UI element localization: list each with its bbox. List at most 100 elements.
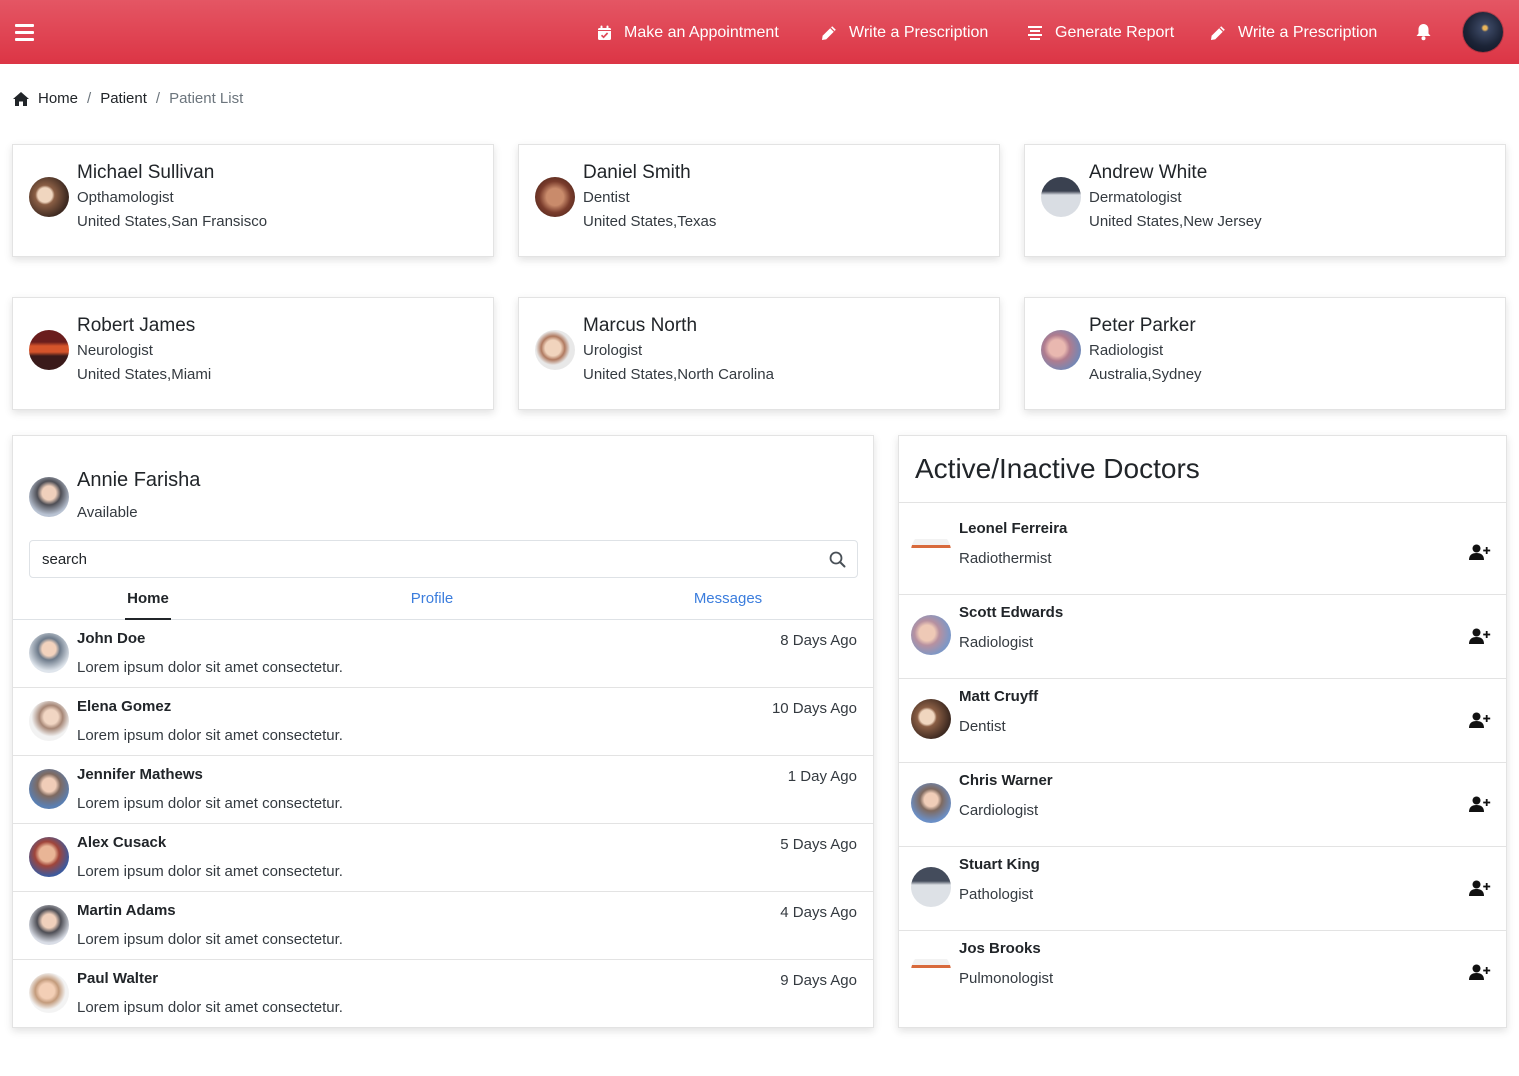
breadcrumb-patient[interactable]: Patient xyxy=(100,90,147,107)
message-row[interactable]: Jennifer Mathews Lorem ipsum dolor sit a… xyxy=(13,756,873,824)
align-center-icon xyxy=(1026,24,1044,42)
pencil-icon xyxy=(1209,24,1227,42)
doctor-specialty: Cardiologist xyxy=(959,802,1039,819)
divider xyxy=(899,502,1506,503)
chat-panel: Annie Farisha Available Home Profile Mes… xyxy=(12,435,874,1028)
doctor-avatar xyxy=(29,330,69,370)
doctor-specialty: Urologist xyxy=(583,342,643,359)
doctor-card[interactable]: Peter Parker Radiologist Australia,Sydne… xyxy=(1024,297,1506,410)
generate-report-link[interactable]: Generate Report xyxy=(1026,20,1174,46)
doctor-card[interactable]: Andrew White Dermatologist United States… xyxy=(1024,144,1506,257)
user-plus-icon[interactable] xyxy=(1469,628,1491,645)
home-icon xyxy=(12,91,30,107)
doctor-row: Jos Brooks Pulmonologist xyxy=(899,931,1506,1015)
tab-messages[interactable]: Messages xyxy=(683,580,773,620)
message-row[interactable]: Martin Adams Lorem ipsum dolor sit amet … xyxy=(13,892,873,960)
doctor-specialty: Pulmonologist xyxy=(959,970,1054,987)
doctor-list: Leonel Ferreira Radiothermist Scott Edwa… xyxy=(899,511,1506,1015)
panel-title: Active/Inactive Doctors xyxy=(915,453,1200,484)
message-time: 5 Days Ago xyxy=(780,836,857,853)
user-plus-icon[interactable] xyxy=(1469,544,1491,561)
write-prescription-link[interactable]: Write a Prescription xyxy=(820,20,988,46)
message-row[interactable]: Alex Cusack Lorem ipsum dolor sit amet c… xyxy=(13,824,873,892)
doctor-avatar xyxy=(911,615,951,655)
breadcrumb-separator: / xyxy=(155,90,161,107)
doctor-specialty: Dermatologist xyxy=(1089,189,1182,206)
message-text: Lorem ipsum dolor sit amet consectetur. xyxy=(77,659,343,676)
message-time: 1 Day Ago xyxy=(787,768,857,785)
user-avatar[interactable] xyxy=(1463,12,1503,52)
doctor-card[interactable]: Daniel Smith Dentist United States,Texas xyxy=(518,144,1000,257)
doctor-avatar xyxy=(1041,177,1081,217)
doctor-name: Matt Cruyff xyxy=(959,688,1039,705)
doctor-name: Andrew White xyxy=(1089,162,1208,183)
doctor-specialty: Neurologist xyxy=(77,342,153,359)
doctor-name: Peter Parker xyxy=(1089,315,1196,336)
tab-profile[interactable]: Profile xyxy=(400,580,464,620)
message-text: Lorem ipsum dolor sit amet consectetur. xyxy=(77,727,343,744)
doctor-specialty: Radiologist xyxy=(959,634,1034,651)
user-plus-icon[interactable] xyxy=(1469,712,1491,729)
doctor-avatar xyxy=(911,783,951,823)
message-row[interactable]: Elena Gomez Lorem ipsum dolor sit amet c… xyxy=(13,688,873,756)
menu-icon[interactable] xyxy=(15,24,35,41)
doctor-row: Leonel Ferreira Radiothermist xyxy=(899,511,1506,595)
doctor-specialty: Radiothermist xyxy=(959,550,1052,567)
message-text: Lorem ipsum dolor sit amet consectetur. xyxy=(77,999,343,1016)
doctor-location: United States,Miami xyxy=(77,366,212,383)
message-sender: Martin Adams xyxy=(77,902,176,919)
doctor-avatar xyxy=(29,177,69,217)
top-navbar: Make an Appointment Write a Prescription… xyxy=(0,0,1519,64)
doctor-name: Stuart King xyxy=(959,856,1040,873)
bell-icon[interactable] xyxy=(1415,23,1433,41)
chat-user-name: Annie Farisha xyxy=(77,469,201,491)
doctor-row: Chris Warner Cardiologist xyxy=(899,763,1506,847)
doctor-specialty: Opthamologist xyxy=(77,189,174,206)
active-doctors-panel: Active/Inactive Doctors Leonel Ferreira … xyxy=(898,435,1507,1028)
message-avatar xyxy=(29,973,69,1013)
doctor-name: Jos Brooks xyxy=(959,940,1041,957)
user-plus-icon[interactable] xyxy=(1469,964,1491,981)
doctor-specialty: Pathologist xyxy=(959,886,1034,903)
breadcrumb-current: Patient List xyxy=(169,90,244,107)
pencil-icon xyxy=(820,24,838,42)
doctor-avatar xyxy=(911,951,951,991)
message-avatar xyxy=(29,905,69,945)
message-time: 10 Days Ago xyxy=(771,700,857,717)
user-plus-icon[interactable] xyxy=(1469,796,1491,813)
doctor-card[interactable]: Marcus North Urologist United States,Nor… xyxy=(518,297,1000,410)
doctor-avatar xyxy=(1041,330,1081,370)
doctor-name: Daniel Smith xyxy=(583,162,691,183)
message-time: 9 Days Ago xyxy=(780,972,857,989)
search-box xyxy=(29,540,858,578)
doctor-card[interactable]: Michael Sullivan Opthamologist United St… xyxy=(12,144,494,257)
message-row[interactable]: Paul Walter Lorem ipsum dolor sit amet c… xyxy=(13,960,873,1028)
doctor-avatar xyxy=(911,699,951,739)
calendar-check-icon xyxy=(595,24,613,42)
doctor-row: Stuart King Pathologist xyxy=(899,847,1506,931)
nav-label: Make an Appointment xyxy=(624,24,779,41)
breadcrumb-home[interactable]: Home xyxy=(38,90,78,107)
chat-user-avatar xyxy=(29,477,69,517)
message-avatar xyxy=(29,633,69,673)
search-input[interactable] xyxy=(30,541,810,577)
doctor-location: United States,Texas xyxy=(583,213,717,230)
user-plus-icon[interactable] xyxy=(1469,880,1491,897)
search-icon[interactable] xyxy=(829,551,846,568)
doctor-row: Matt Cruyff Dentist xyxy=(899,679,1506,763)
doctor-name: Marcus North xyxy=(583,315,698,336)
chat-tabs: Home Profile Messages xyxy=(13,580,873,620)
write-prescription-link-2[interactable]: Write a Prescription xyxy=(1209,20,1377,46)
tab-home[interactable]: Home xyxy=(125,580,171,620)
breadcrumb-separator: / xyxy=(87,90,92,107)
message-text: Lorem ipsum dolor sit amet consectetur. xyxy=(77,863,343,880)
doctor-card[interactable]: Robert James Neurologist United States,M… xyxy=(12,297,494,410)
message-row[interactable]: John Doe Lorem ipsum dolor sit amet cons… xyxy=(13,620,873,688)
make-appointment-link[interactable]: Make an Appointment xyxy=(595,20,779,46)
message-text: Lorem ipsum dolor sit amet consectetur. xyxy=(77,795,343,812)
message-text: Lorem ipsum dolor sit amet consectetur. xyxy=(77,931,343,948)
doctor-location: Australia,Sydney xyxy=(1089,366,1202,383)
doctor-name: Scott Edwards xyxy=(959,604,1064,621)
message-sender: Elena Gomez xyxy=(77,698,172,715)
doctor-name: Chris Warner xyxy=(959,772,1053,789)
